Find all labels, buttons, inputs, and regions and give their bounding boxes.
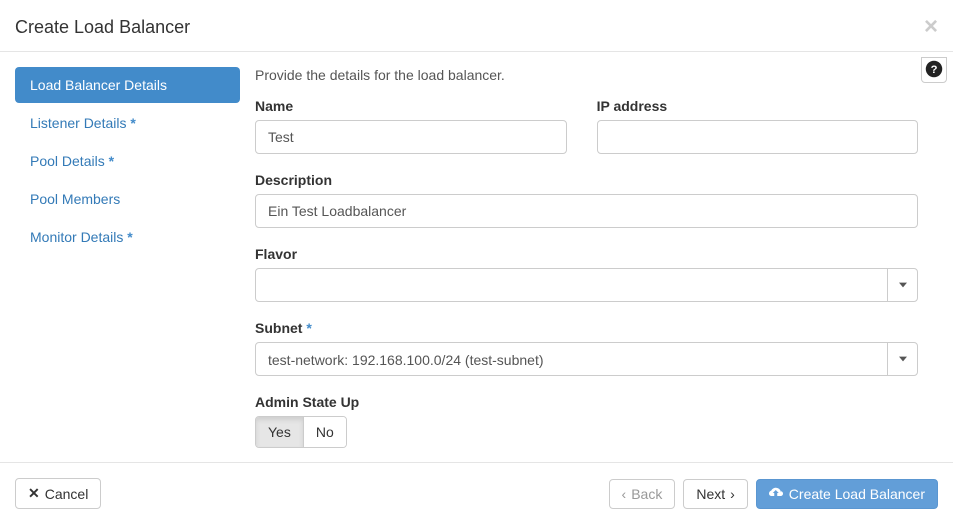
close-icon[interactable]: × [924,15,938,39]
svg-text:?: ? [931,63,938,75]
nav-load-balancer-details[interactable]: Load Balancer Details [15,67,240,103]
flavor-value [256,269,887,301]
nav-item-label: Monitor Details [30,229,123,245]
subnet-label: Subnet * [255,320,918,336]
nav-item-label: Pool Details [30,153,105,169]
nav-pool-details[interactable]: Pool Details * [15,143,240,179]
admin-state-label: Admin State Up [255,394,918,410]
create-load-balancer-modal: Create Load Balancer × ? Load Balancer D… [0,0,953,524]
name-input[interactable] [255,120,567,154]
close-icon: ✕ [28,485,40,502]
modal-footer: ✕ Cancel ‹ Back Next › Create Load Balan… [0,462,953,524]
back-label: Back [631,486,662,502]
modal-header: Create Load Balancer × [0,0,953,52]
submit-label: Create Load Balancer [789,486,925,502]
ip-label: IP address [597,98,918,114]
nav-listener-details[interactable]: Listener Details * [15,105,240,141]
chevron-left-icon: ‹ [622,486,627,502]
create-load-balancer-button[interactable]: Create Load Balancer [756,479,938,509]
cloud-upload-icon [769,486,784,502]
next-label: Next [696,486,725,502]
flavor-label: Flavor [255,246,918,262]
nav-item-label: Listener Details [30,115,127,131]
required-icon: * [306,320,311,336]
nav-item-label: Load Balancer Details [30,77,167,93]
nav-monitor-details[interactable]: Monitor Details * [15,219,240,255]
back-button[interactable]: ‹ Back [609,479,676,509]
next-button[interactable]: Next › [683,479,747,509]
nav-pool-members[interactable]: Pool Members [15,181,240,217]
nav-item-label: Pool Members [30,191,120,207]
required-icon: * [130,115,135,131]
admin-state-yes-button[interactable]: Yes [256,417,304,447]
subnet-dropdown[interactable]: test-network: 192.168.100.0/24 (test-sub… [255,342,918,376]
wizard-content: Provide the details for the load balance… [240,67,938,447]
cancel-button[interactable]: ✕ Cancel [15,478,101,509]
modal-body: Load Balancer Details Listener Details *… [0,52,953,462]
ip-input[interactable] [597,120,918,154]
cancel-label: Cancel [45,486,89,502]
description-label: Description [255,172,918,188]
caret-down-icon [887,343,917,375]
subnet-value: test-network: 192.168.100.0/24 (test-sub… [256,343,887,375]
form-intro: Provide the details for the load balance… [255,67,918,83]
chevron-right-icon: › [730,486,735,502]
caret-down-icon [887,269,917,301]
wizard-nav: Load Balancer Details Listener Details *… [15,67,240,447]
admin-state-no-button[interactable]: No [304,417,346,447]
help-button[interactable]: ? [921,57,947,83]
name-label: Name [255,98,567,114]
required-icon: * [127,229,132,245]
modal-title: Create Load Balancer [15,17,190,38]
required-icon: * [109,153,114,169]
flavor-dropdown[interactable] [255,268,918,302]
admin-state-toggle: Yes No [255,416,347,448]
description-input[interactable] [255,194,918,228]
help-icon: ? [925,60,943,81]
